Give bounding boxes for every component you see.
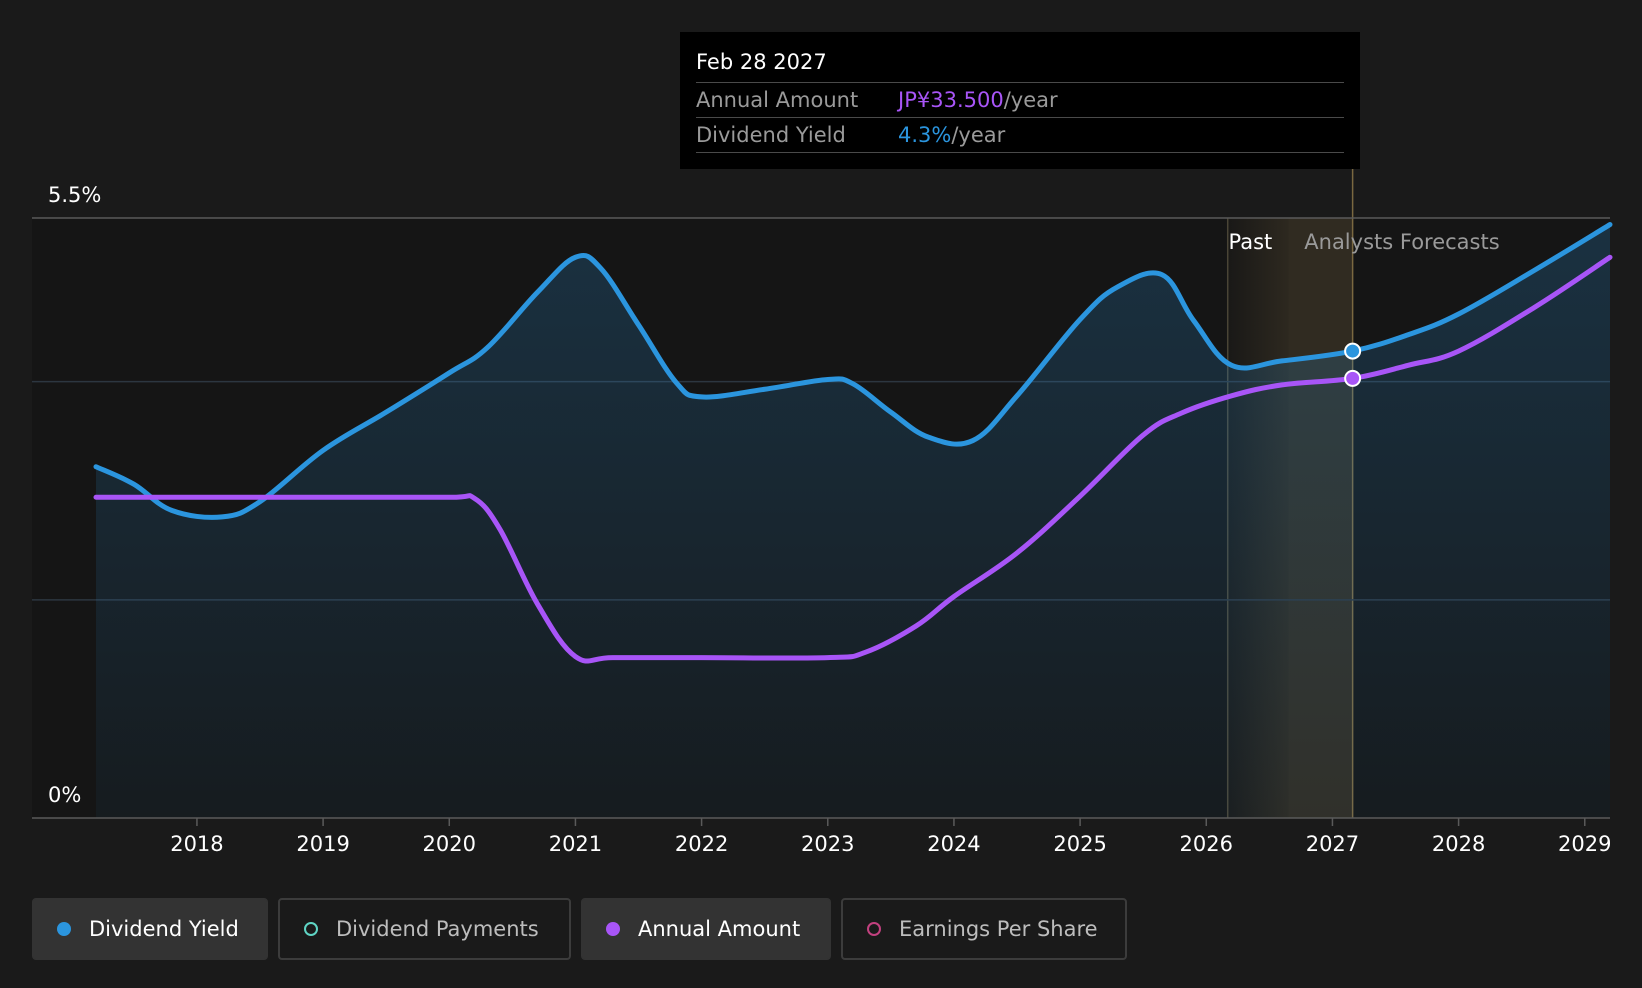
x-tick-label: 2021: [549, 832, 602, 856]
x-tick-label: 2022: [675, 832, 728, 856]
x-tick-label: 2020: [423, 832, 476, 856]
x-tick-label: 2019: [296, 832, 349, 856]
tooltip-date: Feb 28 2027: [696, 32, 1344, 83]
y-tick-label: 5.5%: [48, 183, 101, 207]
x-tick-label: 2024: [927, 832, 980, 856]
past-label: Past: [1229, 230, 1273, 254]
y-tick-label: 0%: [48, 783, 81, 807]
legend-item-annual-amount[interactable]: Annual Amount: [581, 898, 831, 960]
highlight-marker-dividend-yield: [1344, 342, 1362, 360]
forecast-label: Analysts Forecasts: [1304, 230, 1499, 254]
tooltip-row-annual-amount: Annual Amount JP¥33.500 /year: [696, 83, 1344, 118]
legend: Dividend Yield Dividend Payments Annual …: [32, 898, 1127, 960]
x-tick-label: 2025: [1053, 832, 1106, 856]
legend-item-dividend-yield[interactable]: Dividend Yield: [32, 898, 268, 960]
legend-item-earnings-per-share[interactable]: Earnings Per Share: [841, 898, 1127, 960]
legend-label: Annual Amount: [638, 917, 801, 941]
hollow-dot-icon: [867, 922, 881, 936]
x-tick-label: 2026: [1180, 832, 1233, 856]
x-tick-label: 2018: [170, 832, 223, 856]
x-tick-label: 2028: [1432, 832, 1485, 856]
tooltip-unit: /year: [951, 123, 1006, 147]
tooltip-value: JP¥33.500: [898, 88, 1004, 112]
x-tick-label: 2029: [1558, 832, 1611, 856]
legend-label: Dividend Payments: [336, 917, 539, 941]
filled-dot-icon: [606, 922, 620, 936]
tooltip-unit: /year: [1003, 88, 1058, 112]
highlight-marker-annual-amount: [1344, 369, 1362, 387]
tooltip-label: Dividend Yield: [696, 123, 846, 147]
tooltip-row-dividend-yield: Dividend Yield 4.3% /year: [696, 118, 1344, 153]
legend-label: Earnings Per Share: [899, 917, 1098, 941]
tooltip-label: Annual Amount: [696, 88, 859, 112]
x-tick-label: 2027: [1306, 832, 1359, 856]
tooltip-value: 4.3%: [898, 123, 952, 147]
filled-dot-icon: [57, 922, 71, 936]
legend-item-dividend-payments[interactable]: Dividend Payments: [278, 898, 571, 960]
tooltip: Feb 28 2027 Annual Amount JP¥33.500 /yea…: [680, 32, 1360, 169]
x-tick-label: 2023: [801, 832, 854, 856]
legend-label: Dividend Yield: [89, 917, 239, 941]
hollow-dot-icon: [304, 922, 318, 936]
